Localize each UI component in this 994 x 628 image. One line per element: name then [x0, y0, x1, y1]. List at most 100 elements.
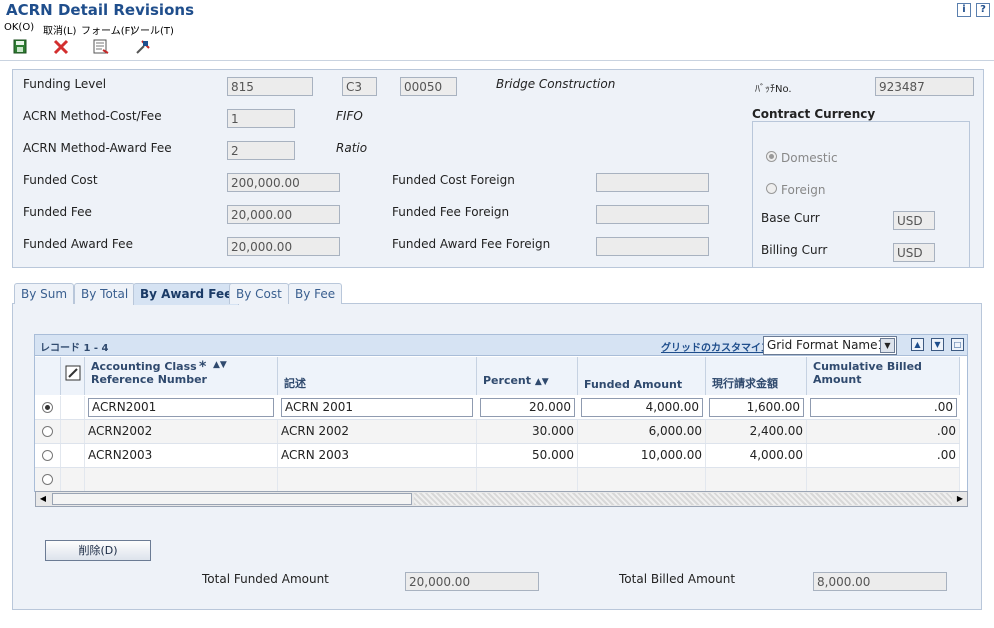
sort-icon[interactable]: ▲▼ — [213, 360, 227, 370]
funded-fee-label: Funded Fee — [23, 205, 92, 219]
row-select-radio[interactable] — [42, 450, 53, 461]
scroll-left-icon[interactable]: ◀ — [36, 492, 50, 506]
funding-level-field-2[interactable]: C3 — [342, 77, 377, 96]
cumulative-billed-cell: .00 — [807, 420, 960, 443]
grid-format-select[interactable]: Grid Format Name1 ▼ — [763, 336, 897, 355]
total-billed-label: Total Billed Amount — [619, 572, 736, 586]
funded-amount-input[interactable]: 4,000.00 — [581, 398, 703, 417]
table-row[interactable]: ACRN2002 ACRN 2002 30.000 6,000.00 2,400… — [35, 420, 960, 444]
total-funded-field[interactable]: 20,000.00 — [405, 572, 539, 591]
cumulative-billed-header[interactable]: Cumulative Billed Amount — [807, 357, 960, 395]
tools-icon[interactable] — [134, 38, 152, 56]
method-cost-fee-field[interactable]: 1 — [227, 109, 295, 128]
save-icon[interactable] — [11, 38, 29, 56]
total-funded-label: Total Funded Amount — [202, 572, 329, 586]
export-icon[interactable]: ▲ — [911, 338, 924, 351]
funded-fee-foreign-label: Funded Fee Foreign — [392, 205, 510, 219]
tab-by-cost[interactable]: By Cost — [229, 283, 289, 304]
funded-fee-field[interactable]: 20,000.00 — [227, 205, 340, 224]
method-award-fee-field[interactable]: 2 — [227, 141, 295, 160]
grid-record-count: レコード 1 - 4 — [40, 343, 109, 354]
funded-award-fee-field[interactable]: 20,000.00 — [227, 237, 340, 256]
total-billed-field[interactable]: 8,000.00 — [813, 572, 947, 591]
row-edit-header — [61, 357, 85, 395]
tab-by-total[interactable]: By Total — [74, 283, 136, 304]
cumulative-billed-input[interactable]: .00 — [810, 398, 957, 417]
info-icon[interactable]: i — [957, 3, 971, 17]
required-asterisk-icon: * — [199, 359, 207, 375]
scrollbar-track[interactable] — [414, 493, 952, 505]
menu-ok[interactable]: OK(O) — [4, 22, 34, 33]
table-row[interactable] — [35, 468, 960, 492]
menu-tools[interactable]: ツール(T) — [130, 22, 174, 37]
accounting-class-input[interactable]: ACRN2001 — [88, 398, 274, 417]
delete-button[interactable]: 削除(D) — [45, 540, 151, 561]
select-column-header — [35, 357, 61, 395]
customize-grid-link[interactable]: グリッドのカスタマイズ — [661, 339, 771, 354]
tab-by-award-fee[interactable]: By Award Fee — [133, 283, 240, 305]
row-select-radio[interactable] — [42, 402, 53, 413]
percent-header[interactable]: Percent ▲▼ — [477, 357, 578, 395]
edit-pencil-icon — [65, 365, 81, 381]
percent-input[interactable]: 20.000 — [480, 398, 575, 417]
domestic-radio[interactable] — [766, 151, 777, 162]
funding-level-field-3[interactable]: 00050 — [400, 77, 457, 96]
form-exit-icon[interactable] — [92, 38, 110, 56]
current-billed-cell: 4,000.00 — [706, 444, 807, 467]
menu-form[interactable]: フォーム(F) — [81, 22, 134, 37]
current-billed-input[interactable]: 1,600.00 — [709, 398, 804, 417]
grid-format-value: Grid Format Name1 — [767, 338, 886, 352]
funded-fee-foreign-field[interactable] — [596, 205, 709, 224]
tab-by-sum[interactable]: By Sum — [14, 283, 75, 304]
tab-by-fee[interactable]: By Fee — [288, 283, 343, 304]
sort-icon[interactable]: ▲▼ — [535, 377, 549, 387]
table-row[interactable]: ACRN2001 ACRN 2001 20.000 4,000.00 1,600… — [35, 396, 960, 420]
funding-level-description: Bridge Construction — [496, 77, 616, 91]
funded-cost-field[interactable]: 200,000.00 — [227, 173, 340, 192]
help-icon[interactable]: ? — [976, 3, 990, 17]
batch-label: ﾊﾞｯﾁNo. — [755, 84, 792, 95]
description-cell: ACRN 2002 — [278, 420, 477, 443]
funded-amount-header[interactable]: Funded Amount — [578, 357, 706, 395]
accounting-class-header[interactable]: Accounting Class Reference Number * ▲▼ — [85, 357, 278, 395]
import-icon[interactable]: ▼ — [931, 338, 944, 351]
billing-curr-field[interactable]: USD — [893, 243, 935, 262]
contract-currency-title: Contract Currency — [752, 107, 876, 121]
funding-level-field-1[interactable]: 815 — [227, 77, 313, 96]
description-header[interactable]: 記述 — [278, 357, 477, 395]
header-divider — [0, 60, 994, 61]
method-award-fee-description: Ratio — [336, 141, 368, 155]
domestic-label: Domestic — [781, 151, 838, 165]
row-select-radio[interactable] — [42, 426, 53, 437]
funded-amount-cell: 10,000.00 — [578, 444, 706, 467]
current-billed-header-label: 現行請求金額 — [712, 377, 778, 390]
batch-field[interactable]: 923487 — [875, 77, 974, 96]
funded-amount-header-label: Funded Amount — [584, 378, 683, 391]
current-billed-header[interactable]: 現行請求金額 — [706, 357, 807, 395]
grid-horizontal-scrollbar[interactable]: ◀ ▶ — [35, 491, 968, 507]
accounting-class-cell: ACRN2002 — [85, 420, 278, 443]
description-input[interactable]: ACRN 2001 — [281, 398, 473, 417]
row-select-radio[interactable] — [42, 474, 53, 485]
funded-cost-foreign-field[interactable] — [596, 173, 709, 192]
percent-cell: 50.000 — [477, 444, 578, 467]
current-billed-cell: 2,400.00 — [706, 420, 807, 443]
table-row[interactable]: ACRN2003 ACRN 2003 50.000 10,000.00 4,00… — [35, 444, 960, 468]
billing-curr-label: Billing Curr — [761, 243, 828, 257]
scroll-right-icon[interactable]: ▶ — [953, 492, 967, 506]
base-curr-field[interactable]: USD — [893, 211, 935, 230]
scrollbar-thumb[interactable] — [52, 493, 412, 505]
accounting-class-header-top: Accounting Class — [91, 360, 197, 373]
page-title: ACRN Detail Revisions — [6, 1, 194, 19]
funded-award-fee-foreign-field[interactable] — [596, 237, 709, 256]
funded-cost-label: Funded Cost — [23, 173, 98, 187]
funded-amount-cell: 6,000.00 — [578, 420, 706, 443]
foreign-radio[interactable] — [766, 183, 777, 194]
cancel-icon[interactable] — [52, 38, 70, 56]
accounting-class-header-bottom: Reference Number — [91, 373, 207, 386]
maximize-icon[interactable]: □ — [951, 338, 964, 351]
cumulative-billed-cell: .00 — [807, 444, 960, 467]
accounting-class-cell: ACRN2003 — [85, 444, 278, 467]
menu-cancel[interactable]: 取消(L) — [43, 22, 76, 37]
chevron-down-icon[interactable]: ▼ — [880, 338, 895, 353]
